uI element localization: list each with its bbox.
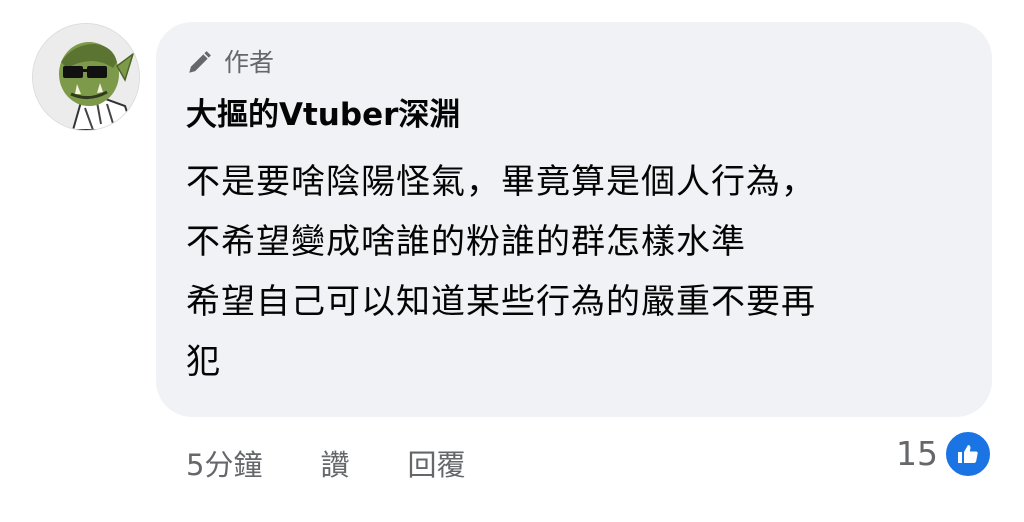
orc-avatar-icon — [33, 24, 139, 130]
thumbs-up-icon — [944, 430, 992, 478]
author-avatar[interactable] — [33, 24, 139, 130]
like-button[interactable]: 讚 — [320, 442, 349, 488]
comment-actions: 5分鐘 讚 回覆 — [186, 442, 465, 488]
comment-line: 希望自己可以知道某些行為的嚴重不要再 — [186, 282, 816, 322]
author-name[interactable]: 大摳的Vtuber深淵 — [186, 92, 460, 138]
comment-line: 犯 — [186, 342, 221, 382]
comment-timestamp[interactable]: 5分鐘 — [186, 442, 262, 488]
reaction-summary[interactable]: 15 — [896, 430, 992, 478]
comment: 作者 大摳的Vtuber深淵 不是要啥陰陽怪氣，畢竟算是個人行為， 不希望變成啥… — [0, 0, 1024, 522]
author-badge: 作者 — [186, 43, 274, 83]
reaction-count: 15 — [896, 434, 938, 473]
comment-text: 不是要啥陰陽怪氣，畢竟算是個人行為， 不希望變成啥誰的粉誰的群怎樣水準 希望自己… — [186, 152, 946, 392]
comment-line: 不希望變成啥誰的粉誰的群怎樣水準 — [186, 222, 746, 262]
author-badge-label: 作者 — [224, 48, 275, 77]
pencil-icon — [189, 51, 211, 73]
reply-button[interactable]: 回覆 — [407, 442, 465, 488]
comment-line: 不是要啥陰陽怪氣，畢竟算是個人行為， — [186, 162, 816, 202]
